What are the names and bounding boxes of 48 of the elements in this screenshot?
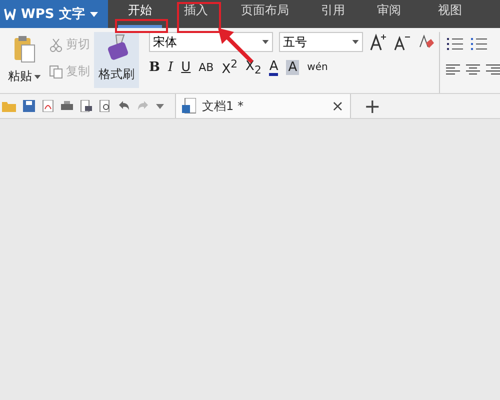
new-tab-button[interactable]: + xyxy=(364,94,381,118)
grow-font-icon[interactable] xyxy=(369,33,387,51)
preview-icon[interactable] xyxy=(99,100,111,112)
format-painter-button[interactable]: 格式刷 xyxy=(94,32,139,88)
ribbon-tab[interactable]: 引用 xyxy=(310,0,356,28)
undo-icon[interactable] xyxy=(118,100,130,112)
document-title: 文档1 * xyxy=(202,98,244,114)
caret-icon xyxy=(262,40,269,44)
font-name-dropdown[interactable]: 宋体 xyxy=(149,32,273,52)
print-preview-icon[interactable] xyxy=(80,100,92,112)
scissors-icon xyxy=(49,38,64,52)
ribbon-tab[interactable]: 页面布局 xyxy=(220,0,310,28)
app-menu-button[interactable]: WPS 文字 xyxy=(0,0,108,28)
pinyin-button[interactable]: wén xyxy=(307,62,328,74)
bullet-list-icon[interactable] xyxy=(446,36,464,52)
print-icon[interactable] xyxy=(61,100,73,112)
super-button[interactable]: X$^{2}$ xyxy=(222,58,238,78)
ribbon-tab[interactable]: 审阅 xyxy=(356,0,422,28)
caret-icon xyxy=(34,74,42,78)
close-tab-button[interactable]: × xyxy=(331,97,344,115)
caret-icon xyxy=(90,12,98,16)
align-right-icon[interactable] xyxy=(486,64,500,76)
numbered-list-icon[interactable] xyxy=(470,36,488,52)
logo-icon xyxy=(4,8,16,20)
italic-button[interactable]: I xyxy=(168,60,174,76)
font-size-dropdown[interactable]: 五号 xyxy=(279,32,363,52)
ribbon-tab[interactable]: 插入 xyxy=(172,0,220,28)
align-left-icon[interactable] xyxy=(446,64,460,76)
highlight-box xyxy=(177,2,221,33)
caret-icon[interactable] xyxy=(156,104,164,108)
ribbon-tab[interactable]: 开始 xyxy=(108,0,172,28)
caret-icon xyxy=(352,40,359,44)
document-icon xyxy=(182,98,196,114)
underline-button[interactable]: U xyxy=(181,60,191,76)
shade-button[interactable]: A xyxy=(286,60,300,76)
clear-format-icon[interactable] xyxy=(417,33,435,51)
copy-icon xyxy=(49,64,64,78)
ribbon-tab[interactable]: 视图 xyxy=(422,0,478,28)
color-button[interactable]: A xyxy=(269,60,278,76)
pdf-icon[interactable] xyxy=(42,100,54,112)
document-tab[interactable]: 文档1 * × xyxy=(175,94,351,118)
bold-button[interactable]: B xyxy=(149,60,160,76)
strike-button[interactable]: AB xyxy=(198,61,214,74)
sub-button[interactable]: X$_{2}$ xyxy=(246,58,262,76)
highlight-box xyxy=(115,19,168,33)
align-center-icon[interactable] xyxy=(466,64,480,76)
paste-button[interactable]: 粘贴 xyxy=(4,32,46,93)
save-icon[interactable] xyxy=(23,100,35,112)
